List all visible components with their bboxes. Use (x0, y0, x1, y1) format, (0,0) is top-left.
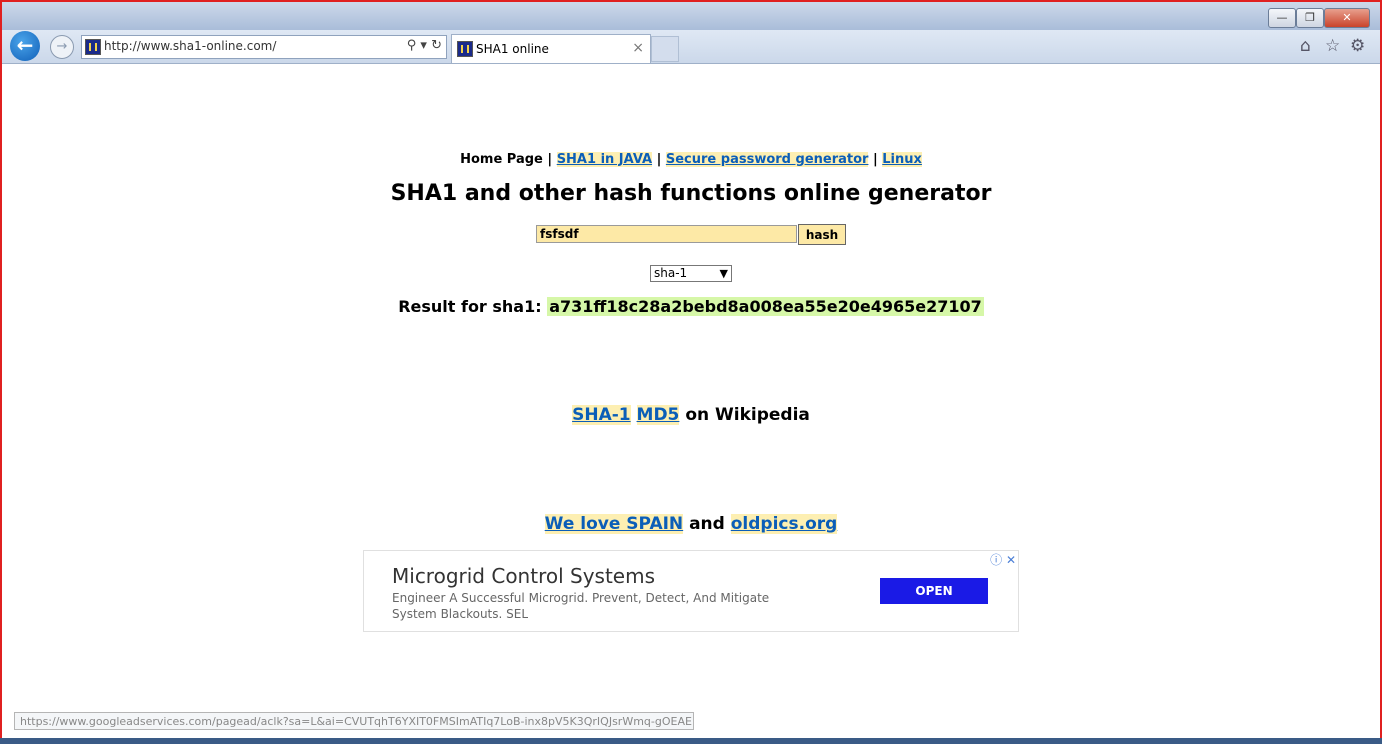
result-label: Result for sha1: (398, 297, 542, 316)
tab-sha1-online[interactable]: SHA1 online × (451, 34, 651, 63)
spain-link[interactable]: We love SPAIN (544, 514, 684, 534)
hash-button[interactable]: hash (798, 224, 846, 245)
ad-open-button[interactable]: OPEN (880, 578, 988, 604)
result-hash: a731ff18c28a2bebd8a008ea55e20e4965e27107 (547, 297, 984, 316)
browser-navbar: ← → http://www.sha1-online.com/ ⚲ ▾ ↻ SH… (2, 30, 1380, 64)
back-arrow-icon[interactable]: ← (10, 31, 40, 61)
tab-close-icon[interactable]: × (632, 40, 644, 56)
status-url-bar: https://www.googleadservices.com/pagead/… (14, 712, 694, 730)
minimize-button[interactable]: — (1268, 8, 1296, 28)
nav-linux[interactable]: Linux (882, 152, 922, 167)
title-bar: — ❐ ✕ (2, 2, 1380, 30)
favorites-star-icon[interactable]: ☆ (1325, 36, 1340, 56)
nav-home[interactable]: Home Page (460, 152, 543, 167)
ad-description: Engineer A Successful Microgrid. Prevent… (392, 591, 770, 621)
spain-links: We love SPAIN and oldpics.org (0, 514, 1382, 534)
site-nav: Home Page | SHA1 in JAVA | Secure passwo… (0, 152, 1382, 167)
page-title: SHA1 and other hash functions online gen… (390, 181, 992, 206)
algorithm-selected: sha-1 (654, 266, 688, 280)
nav-separator: | (547, 152, 553, 167)
wiki-md5-link[interactable]: MD5 (636, 405, 680, 425)
forward-arrow-icon[interactable]: → (50, 35, 74, 59)
tab-title: SHA1 online (476, 42, 549, 56)
result-line: Result for sha1: a731ff18c28a2bebd8a008e… (0, 297, 1382, 316)
address-url[interactable]: http://www.sha1-online.com/ (104, 39, 276, 53)
advertisement[interactable]: ⓘ ✕ Microgrid Control Systems Engineer A… (363, 550, 1019, 632)
wiki-suffix: on Wikipedia (685, 405, 810, 425)
maximize-button[interactable]: ❐ (1296, 8, 1324, 28)
hash-text-input[interactable]: fsfsdf (536, 225, 797, 243)
address-bar[interactable]: http://www.sha1-online.com/ ⚲ ▾ ↻ (81, 35, 447, 59)
algorithm-select[interactable]: sha-1 ▼ (650, 265, 732, 282)
browser-window-frame (0, 0, 1382, 744)
close-window-button[interactable]: ✕ (1324, 8, 1370, 28)
nav-sha1-java[interactable]: SHA1 in JAVA (556, 152, 653, 167)
nav-password-generator[interactable]: Secure password generator (665, 152, 869, 167)
nav-separator: | (872, 152, 878, 167)
home-icon[interactable]: ⌂ (1300, 36, 1311, 56)
and-text: and (689, 514, 725, 534)
nav-separator: | (656, 152, 662, 167)
oldpics-link[interactable]: oldpics.org (730, 514, 838, 534)
settings-gear-icon[interactable]: ⚙ (1350, 36, 1365, 56)
ad-title[interactable]: Microgrid Control Systems (392, 564, 655, 588)
wiki-sha1-link[interactable]: SHA-1 (572, 405, 631, 425)
wikipedia-links: SHA-1 MD5 on Wikipedia (0, 405, 1382, 425)
ad-info-close-icon[interactable]: ⓘ ✕ (990, 551, 1016, 568)
search-refresh-icons[interactable]: ⚲ ▾ ↻ (407, 38, 442, 53)
tab-favicon-icon (457, 41, 473, 57)
chevron-down-icon: ▼ (719, 267, 728, 280)
taskbar (0, 738, 1382, 744)
site-favicon-icon (85, 39, 101, 55)
new-tab-button[interactable] (651, 36, 679, 62)
